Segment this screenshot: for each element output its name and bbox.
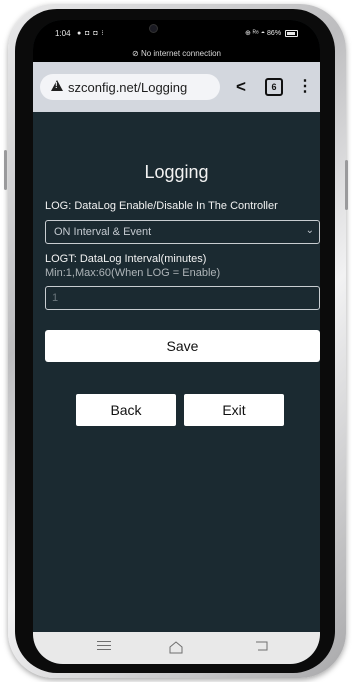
home-icon[interactable]	[168, 639, 184, 655]
overflow-menu-icon[interactable]: ⋮	[297, 76, 313, 98]
camera-notch	[131, 20, 215, 38]
browser-toolbar: szconfig.net/Logging < 6 ⋮	[33, 62, 320, 112]
recent-apps-icon[interactable]	[97, 641, 111, 651]
no-internet-text: No internet connection	[140, 49, 221, 58]
share-icon[interactable]: <	[231, 77, 251, 97]
logt-hint: Min:1,Max:60(When LOG = Enable)	[45, 267, 221, 279]
no-internet-notice: ⊘ No internet connection	[33, 49, 320, 58]
page-title: Logging	[144, 162, 209, 182]
notification-icons: ● ◘ ◘ ⁝	[77, 30, 105, 37]
log-select[interactable]: ON Interval & Event ⌄	[45, 220, 320, 244]
logt-input-value[interactable]: 1	[52, 292, 58, 304]
logt-input[interactable]: 1	[45, 286, 320, 310]
screen: 1:04 ● ◘ ◘ ⁝ ⊕ ᴿ⁸ ◓ 86% ⊘ No internet co…	[33, 20, 320, 664]
save-button[interactable]: Save	[45, 330, 320, 362]
status-bar: 1:04 ● ◘ ◘ ⁝ ⊕ ᴿ⁸ ◓ 86% ⊘ No internet co…	[33, 20, 320, 62]
url-text[interactable]: szconfig.net/Logging	[68, 80, 218, 95]
address-bar[interactable]: szconfig.net/Logging	[40, 74, 220, 100]
log-label: LOG: DataLog Enable/Disable In The Contr…	[45, 200, 278, 212]
camera-icon	[149, 24, 158, 33]
status-right-icons: ⊕ ᴿ⁸ ◓ 86%	[245, 29, 298, 37]
battery-icon	[285, 29, 298, 37]
tabs-count-button[interactable]: 6	[265, 78, 283, 96]
volume-button	[4, 150, 7, 190]
back-nav-icon[interactable]	[255, 640, 269, 652]
battery-percent: 86%	[267, 30, 282, 37]
status-time: 1:04	[55, 29, 71, 38]
system-nav-bar	[33, 632, 320, 664]
signal-wifi-icons: ⊕ ᴿ⁸ ◓	[244, 30, 266, 37]
power-button	[345, 160, 348, 210]
warning-icon[interactable]	[51, 80, 63, 91]
exit-button[interactable]: Exit	[184, 394, 284, 426]
back-button[interactable]: Back	[76, 394, 176, 426]
no-wifi-icon: ⊘	[132, 49, 139, 58]
chevron-down-icon[interactable]: ⌄	[306, 225, 314, 236]
page-content: Logging LOG: DataLog Enable/Disable In T…	[33, 112, 320, 632]
logt-label: LOGT: DataLog Interval(minutes)	[45, 253, 207, 265]
log-select-value[interactable]: ON Interval & Event	[54, 226, 151, 238]
